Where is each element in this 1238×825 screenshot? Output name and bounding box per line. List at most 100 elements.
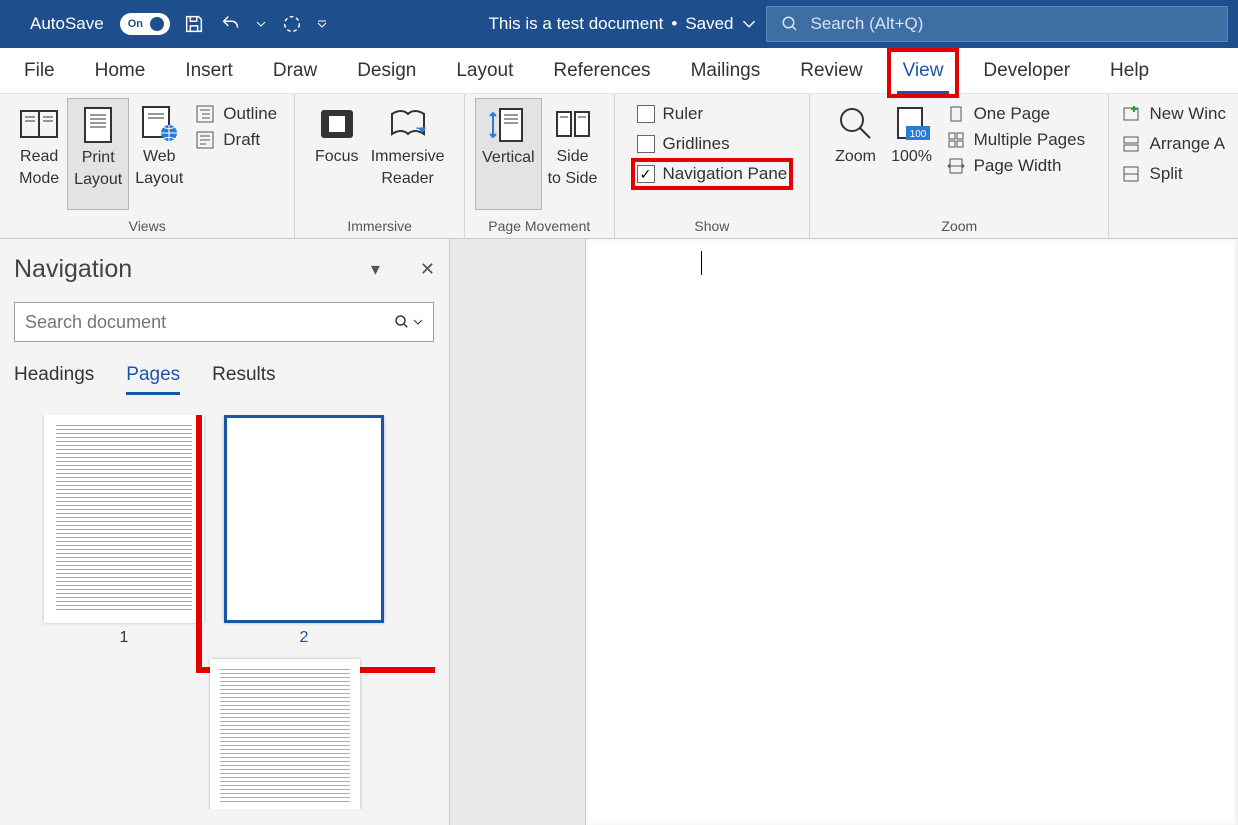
checkbox-icon	[637, 135, 655, 153]
navigation-pane: Navigation ▾ ✕ Headings Pages Results 1	[0, 239, 450, 825]
tab-view[interactable]: View	[895, 54, 952, 88]
read-mode-icon	[17, 104, 61, 144]
save-state: Saved	[685, 14, 733, 34]
autosave-on-text: On	[128, 18, 143, 30]
document-page[interactable]	[585, 239, 1238, 825]
page-number-2: 2	[300, 629, 309, 647]
one-page-button[interactable]: One Page	[946, 104, 1086, 124]
redo-icon[interactable]	[278, 10, 305, 38]
multiple-pages-button[interactable]: Multiple Pages	[946, 130, 1086, 150]
page-thumbnails: 1 2	[14, 415, 435, 809]
one-page-icon	[946, 104, 966, 124]
ruler-checkbox[interactable]: Ruler	[637, 104, 704, 124]
outline-icon	[195, 104, 215, 124]
nav-pane-close-icon[interactable]: ✕	[420, 259, 435, 280]
page-movement-group-label: Page Movement	[488, 218, 590, 236]
vertical-button[interactable]: Vertical	[475, 98, 541, 210]
focus-icon	[315, 104, 359, 144]
nav-search-icon[interactable]	[393, 313, 423, 331]
tab-file[interactable]: File	[16, 54, 63, 88]
tab-layout[interactable]: Layout	[448, 54, 521, 88]
group-window: New Winc Arrange A Split	[1109, 94, 1238, 238]
tab-references[interactable]: References	[545, 54, 658, 88]
ribbon-body: Read Mode Print Layout Web Layout Outlin…	[0, 94, 1238, 239]
undo-dropdown-icon[interactable]	[254, 10, 268, 38]
web-layout-button[interactable]: Web Layout	[129, 98, 189, 210]
autosave-toggle[interactable]: On	[120, 13, 171, 35]
chevron-down-icon	[742, 17, 756, 31]
nav-tab-headings[interactable]: Headings	[14, 364, 94, 395]
zoom-button[interactable]: Zoom	[828, 98, 884, 210]
checkbox-checked-icon	[637, 165, 655, 183]
nav-search-box[interactable]	[14, 302, 434, 342]
new-window-icon	[1121, 104, 1141, 124]
page-width-button[interactable]: Page Width	[946, 156, 1086, 176]
highlight-box	[887, 48, 960, 98]
multiple-pages-icon	[946, 130, 966, 150]
group-page-movement: Vertical Side to Side Page Movement	[465, 94, 615, 238]
arrange-all-button[interactable]: Arrange A	[1121, 134, 1225, 154]
read-mode-button[interactable]: Read Mode	[11, 98, 67, 210]
new-window-button[interactable]: New Winc	[1121, 104, 1226, 124]
arrange-all-icon	[1121, 134, 1141, 154]
page-number-1: 1	[120, 629, 129, 647]
document-title[interactable]: This is a test document • Saved	[489, 14, 756, 34]
focus-button[interactable]: Focus	[309, 98, 365, 210]
document-area[interactable]	[450, 239, 1238, 825]
group-immersive: Focus Immersive Reader Immersive	[295, 94, 465, 238]
tab-draw[interactable]: Draw	[265, 54, 325, 88]
search-icon	[781, 15, 799, 33]
tab-help[interactable]: Help	[1102, 54, 1157, 88]
draft-button[interactable]: Draft	[195, 130, 277, 150]
web-layout-icon	[137, 104, 181, 144]
zoom-group-label: Zoom	[941, 218, 977, 236]
checkbox-icon	[637, 105, 655, 123]
tab-review[interactable]: Review	[792, 54, 870, 88]
tab-insert[interactable]: Insert	[177, 54, 241, 88]
ribbon-tabs: File Home Insert Draw Design Layout Refe…	[0, 48, 1238, 94]
nav-tab-pages[interactable]: Pages	[126, 364, 180, 395]
nav-tab-results[interactable]: Results	[212, 364, 275, 395]
tab-design[interactable]: Design	[349, 54, 424, 88]
split-icon	[1121, 164, 1141, 184]
immersive-reader-button[interactable]: Immersive Reader	[365, 98, 451, 210]
tab-developer[interactable]: Developer	[975, 54, 1078, 88]
content-area: Navigation ▾ ✕ Headings Pages Results 1	[0, 239, 1238, 825]
nav-pane-menu-icon[interactable]: ▾	[371, 259, 380, 280]
undo-icon[interactable]	[217, 10, 244, 38]
toggle-knob	[150, 17, 164, 31]
immersive-reader-icon	[386, 104, 430, 144]
show-group-label: Show	[694, 218, 729, 236]
search-input[interactable]	[811, 14, 1213, 34]
navigation-pane-checkbox[interactable]: Navigation Pane	[637, 164, 788, 184]
zoom-100-button[interactable]: 100 100%	[884, 98, 940, 210]
views-small-list: Outline Draft	[189, 98, 283, 156]
outline-button[interactable]: Outline	[195, 104, 277, 124]
save-icon[interactable]	[180, 10, 207, 38]
group-views: Read Mode Print Layout Web Layout Outlin…	[0, 94, 295, 238]
qat-customize-icon[interactable]	[315, 10, 329, 38]
page-thumb-3[interactable]	[134, 659, 435, 809]
autosave-label: AutoSave	[30, 14, 104, 34]
immersive-group-label: Immersive	[347, 218, 412, 236]
page-thumb-2[interactable]: 2	[224, 415, 384, 647]
search-box[interactable]	[766, 6, 1228, 42]
split-button[interactable]: Split	[1121, 164, 1182, 184]
group-zoom: Zoom 100 100% One Page Multiple Pages Pa…	[810, 94, 1109, 238]
zoom-100-icon: 100	[890, 104, 934, 144]
text-cursor	[701, 251, 702, 275]
print-layout-button[interactable]: Print Layout	[67, 98, 129, 210]
views-group-label: Views	[129, 218, 166, 236]
nav-pane-tabs: Headings Pages Results	[14, 364, 435, 395]
gridlines-checkbox[interactable]: Gridlines	[637, 134, 730, 154]
navigation-header: Navigation ▾ ✕	[14, 255, 435, 284]
page-thumb-1[interactable]: 1	[44, 415, 204, 647]
side-to-side-button[interactable]: Side to Side	[542, 98, 604, 210]
tab-home[interactable]: Home	[87, 54, 154, 88]
navigation-title: Navigation	[14, 255, 132, 284]
doc-name: This is a test document	[489, 14, 664, 34]
page-width-icon	[946, 156, 966, 176]
nav-search-input[interactable]	[25, 312, 393, 333]
tab-mailings[interactable]: Mailings	[683, 54, 769, 88]
group-show: Ruler Gridlines Navigation Pane Show	[615, 94, 811, 238]
